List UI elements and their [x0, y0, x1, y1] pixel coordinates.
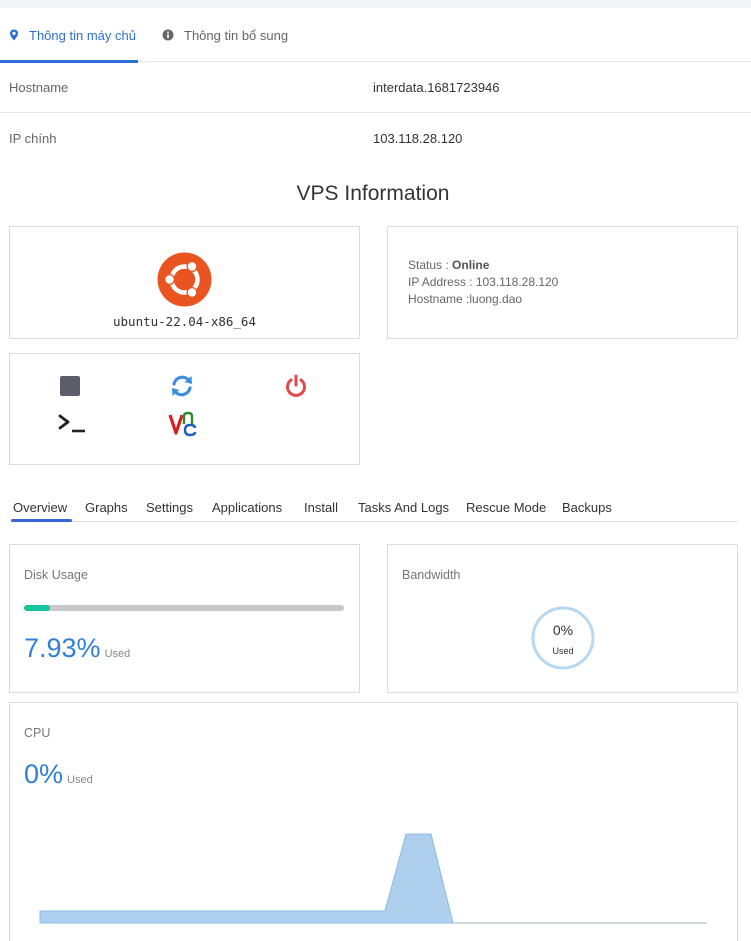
refresh-icon [169, 373, 195, 404]
bandwidth-card: Bandwidth 0% Used [387, 544, 738, 693]
page-title: VPS Information [296, 182, 450, 205]
overview-tabs: Overview Graphs Settings Applications In… [9, 494, 738, 522]
ip-value: 103.118.28.120 [373, 131, 463, 146]
disk-usage-bar [24, 605, 344, 611]
status-block: Status : Online IP Address : 103.118.28.… [408, 257, 558, 308]
power-icon [284, 374, 308, 403]
info-icon [162, 29, 174, 41]
os-card: ubuntu-22.04-x86_64 [9, 226, 360, 339]
status-card: Status : Online IP Address : 103.118.28.… [387, 226, 738, 339]
bandwidth-used-label: Used [552, 646, 574, 656]
status-label: Status : [408, 258, 449, 272]
bandwidth-ring [531, 606, 595, 670]
ubuntu-logo-icon [157, 252, 212, 307]
bandwidth-percent: 0% [552, 622, 574, 638]
subtab-backups[interactable]: Backups [562, 500, 612, 515]
restart-button[interactable] [168, 374, 196, 402]
tab-server-info[interactable]: Thông tin máy chủ [0, 8, 138, 63]
top-strip [0, 0, 751, 8]
hostname-label: Hostname : [408, 292, 470, 306]
actions-card [9, 353, 360, 465]
subtab-applications[interactable]: Applications [212, 500, 282, 515]
hostname-value: interdata.1681723946 [373, 80, 500, 95]
vnc-icon [168, 410, 198, 443]
disk-usage-bar-fill [24, 605, 50, 611]
disk-usage-value: 7.93% Used [24, 633, 130, 664]
stop-icon [60, 375, 80, 401]
subtab-install[interactable]: Install [304, 500, 338, 515]
os-name: ubuntu-22.04-x86_64 [113, 314, 256, 329]
cpu-card: CPU 0% Used [9, 702, 738, 941]
subtab-overview[interactable]: Overview [13, 500, 67, 515]
location-pin-icon [9, 29, 19, 41]
status-value: Online [452, 258, 490, 272]
disk-used-label: Used [104, 648, 131, 660]
console-button[interactable] [56, 412, 88, 438]
ip-address-value: 103.118.28.120 [475, 275, 559, 289]
ip-row: IP chính 103.118.28.120 [0, 113, 751, 164]
console-icon [57, 412, 87, 439]
hostname-card-value: luong.dao [469, 292, 523, 306]
cpu-chart [39, 833, 707, 924]
power-button[interactable] [282, 374, 310, 402]
info-tabs: Thông tin máy chủ Thông tin bổ sung [0, 8, 751, 63]
ip-key: IP chính [9, 131, 57, 146]
disk-usage-card: Disk Usage 7.93% Used [9, 544, 360, 693]
tab-additional-info-label: Thông tin bổ sung [184, 27, 289, 43]
tab-server-info-label: Thông tin máy chủ [29, 27, 136, 43]
disk-usage-label: Disk Usage [24, 568, 88, 582]
subtab-active-underline [11, 519, 72, 522]
ip-address-label: IP Address : [408, 275, 473, 289]
subtab-settings[interactable]: Settings [146, 500, 193, 515]
stop-button[interactable] [58, 375, 82, 401]
cpu-chart-area [39, 833, 454, 924]
bandwidth-label: Bandwidth [402, 568, 461, 582]
vnc-button[interactable] [167, 411, 199, 441]
bandwidth-gauge: 0% Used [530, 605, 596, 671]
tab-additional-info[interactable]: Thông tin bổ sung [162, 8, 288, 62]
subtab-rescue-mode[interactable]: Rescue Mode [466, 500, 546, 515]
hostname-row: Hostname interdata.1681723946 [0, 62, 751, 113]
disk-usage-percent: 7.93% [24, 633, 101, 663]
subtab-tasks-and-logs[interactable]: Tasks And Logs [358, 500, 449, 515]
subtab-graphs[interactable]: Graphs [85, 500, 128, 515]
hostname-key: Hostname [9, 80, 69, 95]
